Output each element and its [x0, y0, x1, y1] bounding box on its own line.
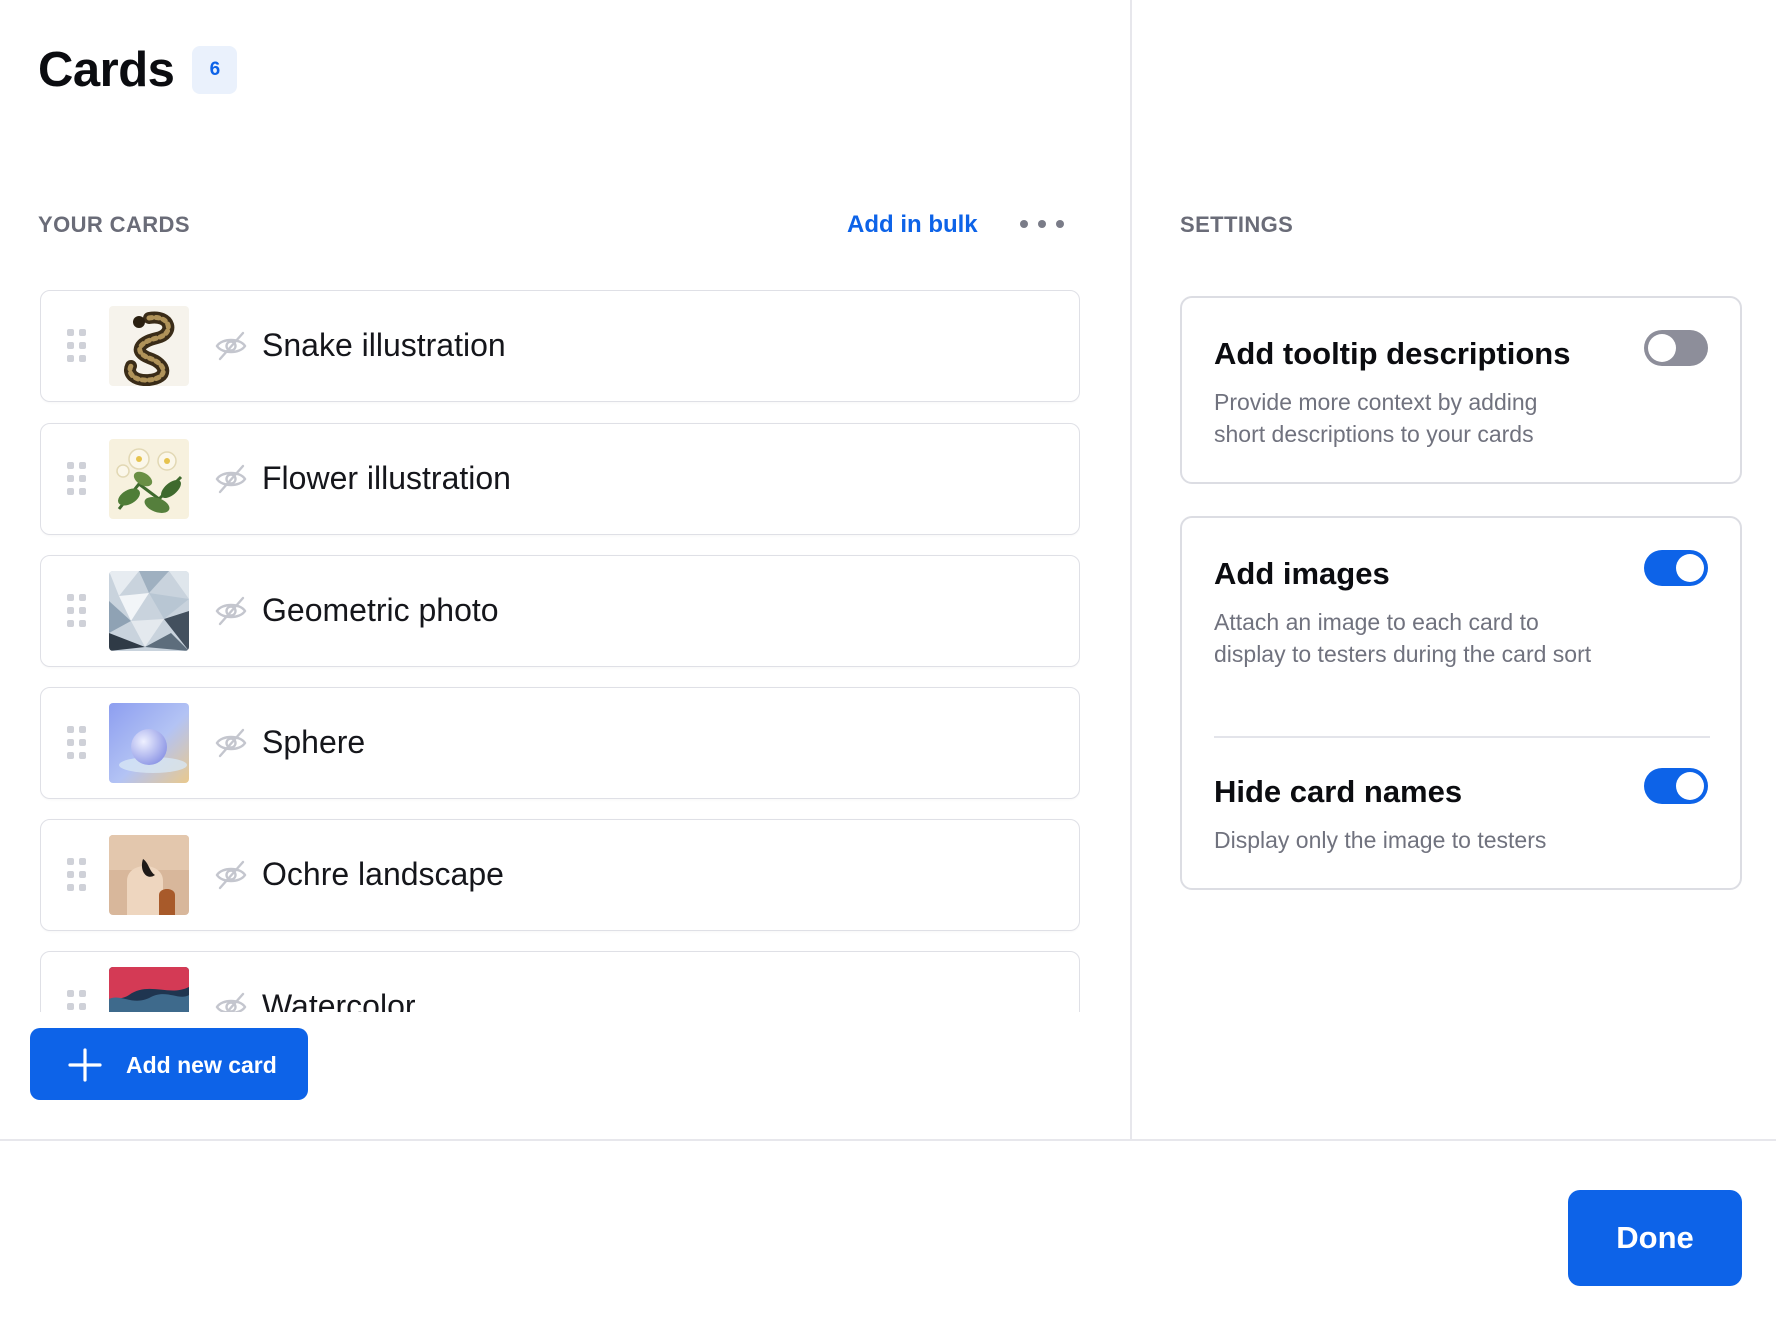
- card-name: Flower illustration: [262, 460, 511, 496]
- done-button[interactable]: Done: [1568, 1190, 1742, 1286]
- tooltip-setting-desc: Provide more context by adding short des…: [1214, 389, 1538, 447]
- card-name: Watercolor: [262, 988, 416, 1012]
- plus-icon: [68, 1048, 102, 1082]
- settings-label: SETTINGS: [1180, 212, 1294, 237]
- add-new-card-label: Add new card: [126, 1052, 277, 1078]
- card-list[interactable]: Snake illustration Flower illustration G…: [40, 290, 1080, 1012]
- eye-off-icon[interactable]: [214, 463, 248, 495]
- eye-off-icon[interactable]: [214, 727, 248, 759]
- card-row[interactable]: Snake illustration: [40, 290, 1080, 402]
- card-thumbnail-sphere: [109, 703, 189, 783]
- hide-names-toggle[interactable]: [1644, 768, 1708, 804]
- card-name: Snake illustration: [262, 327, 506, 363]
- add-new-card-button[interactable]: Add new card: [30, 1028, 308, 1100]
- footer-divider: [0, 1139, 1776, 1141]
- card-row[interactable]: Watercolor: [40, 951, 1080, 1012]
- cards-pane: Cards 6 YOUR CARDS Add in bulk Snake ill: [0, 0, 1130, 1140]
- more-options-icon[interactable]: [1020, 210, 1064, 238]
- eye-off-icon[interactable]: [214, 330, 248, 362]
- card-name: Sphere: [262, 724, 366, 760]
- tooltip-setting-box: Add tooltip descriptions Provide more co…: [1180, 296, 1742, 484]
- drag-handle-icon[interactable]: [67, 858, 87, 892]
- card-count-badge: 6: [192, 46, 238, 94]
- images-setting: Add images Attach an image to each card …: [1214, 556, 1714, 670]
- tooltip-setting: Add tooltip descriptions Provide more co…: [1214, 336, 1714, 450]
- drag-handle-icon[interactable]: [67, 726, 87, 760]
- eye-off-icon[interactable]: [214, 991, 248, 1012]
- card-name: Ochre landscape: [262, 856, 504, 892]
- card-thumbnail-geometric: [109, 571, 189, 651]
- hide-names-setting: Hide card names Display only the image t…: [1214, 774, 1714, 856]
- pane-divider: [1130, 0, 1132, 1140]
- drag-handle-icon[interactable]: [67, 990, 87, 1012]
- images-toggle[interactable]: [1644, 550, 1708, 586]
- card-row[interactable]: Sphere: [40, 687, 1080, 799]
- tooltip-toggle[interactable]: [1644, 330, 1708, 366]
- title-row: Cards 6: [38, 42, 238, 98]
- tooltip-setting-title: Add tooltip descriptions: [1214, 336, 1571, 371]
- card-thumbnail-flower: [109, 439, 189, 519]
- card-thumbnail-watercolor: [109, 967, 189, 1012]
- drag-handle-icon[interactable]: [67, 462, 87, 496]
- hide-names-setting-title: Hide card names: [1214, 774, 1463, 809]
- images-setting-desc: Attach an image to each card to display …: [1214, 609, 1592, 667]
- drag-handle-icon[interactable]: [67, 329, 87, 363]
- eye-off-icon[interactable]: [214, 595, 248, 627]
- hide-names-setting-desc: Display only the image to testers: [1214, 827, 1547, 853]
- your-cards-label: YOUR CARDS: [38, 212, 190, 237]
- card-row[interactable]: Geometric photo: [40, 555, 1080, 667]
- settings-divider: [1214, 736, 1710, 738]
- drag-handle-icon[interactable]: [67, 594, 87, 628]
- card-thumbnail-snake: [109, 306, 189, 386]
- card-row[interactable]: Flower illustration: [40, 423, 1080, 535]
- page-title: Cards: [38, 43, 175, 97]
- card-thumbnail-ochre: [109, 835, 189, 915]
- add-in-bulk-link[interactable]: Add in bulk: [847, 211, 978, 239]
- card-row[interactable]: Ochre landscape: [40, 819, 1080, 931]
- eye-off-icon[interactable]: [214, 859, 248, 891]
- images-setting-title: Add images: [1214, 556, 1390, 591]
- image-settings-box: Add images Attach an image to each card …: [1180, 516, 1742, 890]
- card-name: Geometric photo: [262, 592, 499, 628]
